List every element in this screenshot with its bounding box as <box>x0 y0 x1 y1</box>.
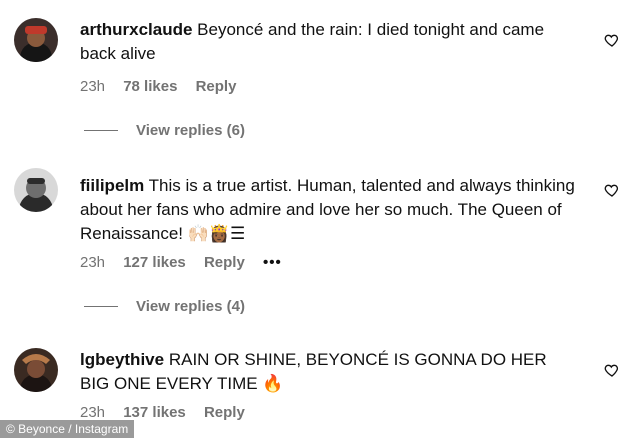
comment-username[interactable]: arthurxclaude <box>80 20 192 39</box>
image-credit: © Beyonce / Instagram <box>0 420 135 438</box>
comment-meta: 23h 78 likes Reply <box>80 78 250 95</box>
comment-likes[interactable]: 78 likes <box>123 78 177 95</box>
comment-time: 23h <box>80 254 106 271</box>
comment-body: lgbeythive RAIN OR SHINE, BEYONCÉ IS GON… <box>80 348 580 396</box>
comment-username[interactable]: fiilipelm <box>80 176 144 195</box>
divider-line <box>84 306 118 307</box>
divider-line <box>84 130 118 131</box>
comment-meta: 23h 127 likes Reply ••• <box>80 254 296 271</box>
avatar-image <box>14 18 58 62</box>
avatar[interactable] <box>14 348 58 392</box>
comment-time: 23h <box>80 78 106 95</box>
view-replies-label: View replies (4) <box>136 298 245 315</box>
comment-time: 23h <box>80 404 106 421</box>
view-replies-button[interactable]: View replies (6) <box>84 122 245 139</box>
heart-outline-icon[interactable] <box>604 182 620 198</box>
view-replies-label: View replies (6) <box>136 122 245 139</box>
avatar[interactable] <box>14 18 58 62</box>
avatar[interactable] <box>14 168 58 212</box>
comment-username[interactable]: lgbeythive <box>80 350 164 369</box>
more-dots-icon[interactable]: ••• <box>263 254 282 271</box>
avatar-image <box>14 168 58 212</box>
heart-outline-icon[interactable] <box>604 362 620 378</box>
reply-button[interactable]: Reply <box>204 254 245 271</box>
comment-body: arthurxclaude Beyoncé and the rain: I di… <box>80 18 580 66</box>
reply-button[interactable]: Reply <box>196 78 237 95</box>
comment-likes[interactable]: 127 likes <box>123 254 186 271</box>
view-replies-button[interactable]: View replies (4) <box>84 298 245 315</box>
avatar-image <box>14 348 58 392</box>
heart-outline-icon[interactable] <box>604 32 620 48</box>
comment-body: fiilipelm This is a true artist. Human, … <box>80 174 590 246</box>
comment-likes[interactable]: 137 likes <box>123 404 186 421</box>
reply-button[interactable]: Reply <box>204 404 245 421</box>
comment-text: This is a true artist. Human, talented a… <box>80 176 575 243</box>
comment-meta: 23h 137 likes Reply <box>80 404 259 421</box>
